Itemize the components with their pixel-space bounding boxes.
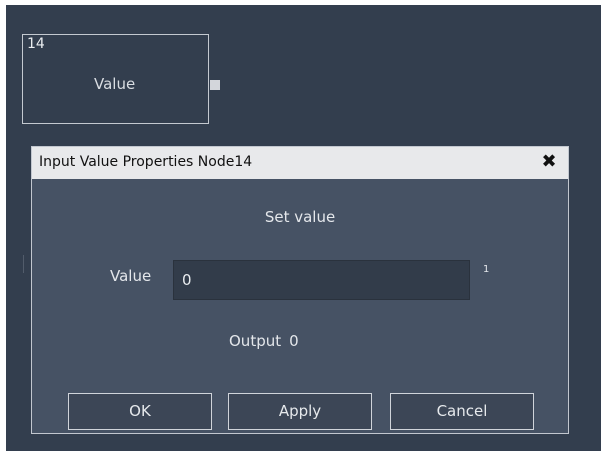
value-input[interactable] <box>173 260 470 300</box>
dialog-titlebar[interactable]: Input Value Properties Node14 ✖ <box>32 147 568 179</box>
apply-button[interactable]: Apply <box>228 393 372 430</box>
output-row: Output 0 <box>229 332 299 350</box>
value-side-indicator: 1 <box>483 264 490 275</box>
output-label: Output <box>229 332 282 350</box>
output-value: 0 <box>289 332 299 350</box>
node-id: 14 <box>27 36 45 52</box>
cancel-button[interactable]: Cancel <box>390 393 534 430</box>
value-label: Value <box>110 267 152 285</box>
connector-line <box>23 255 24 273</box>
output-port[interactable] <box>210 80 220 90</box>
node-canvas[interactable]: 14 Value Input Value Properties Node14 ✖… <box>6 5 601 451</box>
properties-dialog: Input Value Properties Node14 ✖ Set valu… <box>31 146 569 434</box>
dialog-title: Input Value Properties Node14 <box>39 154 253 170</box>
node-title: Value <box>94 75 136 93</box>
ok-button[interactable]: OK <box>68 393 212 430</box>
value-node[interactable]: 14 Value <box>22 34 220 124</box>
dialog-heading: Set value <box>264 208 336 226</box>
close-icon[interactable]: ✖ <box>540 152 558 172</box>
